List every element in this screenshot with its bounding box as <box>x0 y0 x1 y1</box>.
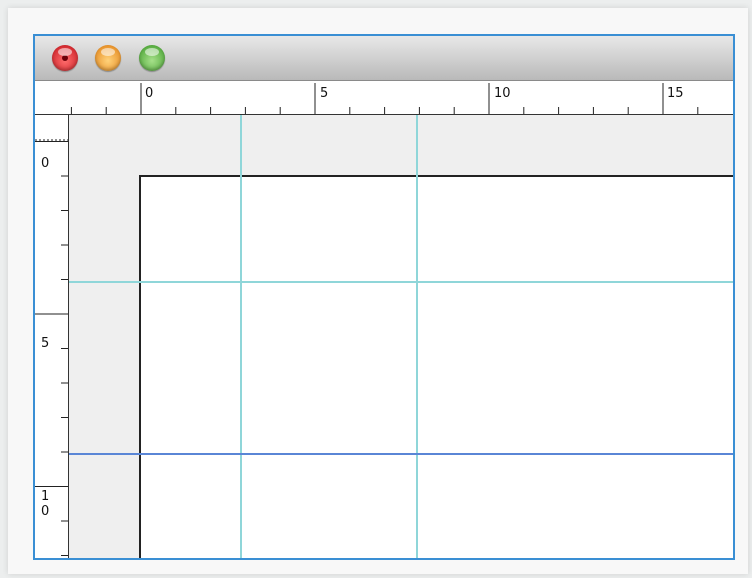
vertical-ruler-scale: 0 5 1 0 <box>35 139 68 556</box>
document-window: 0 5 10 15 0 5 1 0 <box>33 34 735 560</box>
horizontal-guide-2[interactable] <box>69 453 733 455</box>
minimize-button[interactable] <box>95 45 121 71</box>
document-canvas[interactable] <box>69 115 733 558</box>
title-bar[interactable] <box>35 36 733 81</box>
document-page[interactable] <box>139 175 733 558</box>
vertical-guide-1[interactable] <box>240 115 242 558</box>
close-icon <box>62 55 68 61</box>
vertical-ruler[interactable]: 0 5 1 0 <box>35 115 69 558</box>
hruler-label-5: 5 <box>320 86 328 101</box>
hruler-label-10: 10 <box>494 86 511 101</box>
vruler-label-10-bottom: 0 <box>41 504 49 519</box>
zoom-button[interactable] <box>139 45 165 71</box>
vruler-label-5: 5 <box>41 336 49 351</box>
horizontal-guide-1[interactable] <box>69 281 733 283</box>
vruler-label-0: 0 <box>41 156 49 171</box>
horizontal-ruler-scale: 0 5 10 15 <box>70 83 699 114</box>
hruler-label-15: 15 <box>667 86 684 101</box>
vertical-guide-2[interactable] <box>416 115 418 558</box>
horizontal-ruler[interactable]: 0 5 10 15 <box>35 81 733 115</box>
close-button[interactable] <box>52 45 78 71</box>
hruler-label-0: 0 <box>145 86 153 101</box>
vruler-label-10-top: 1 <box>41 489 49 504</box>
